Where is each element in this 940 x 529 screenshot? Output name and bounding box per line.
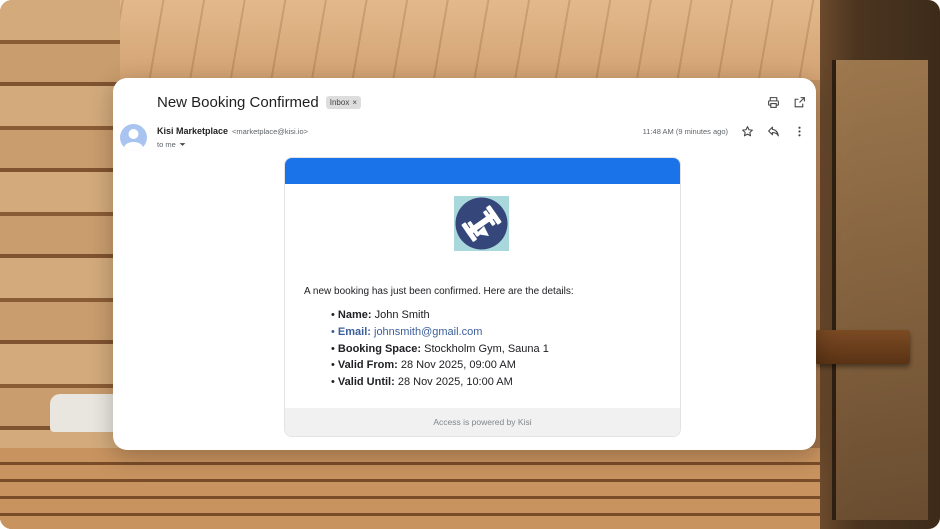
more-vert-icon[interactable] — [792, 124, 806, 138]
sender-name[interactable]: Kisi Marketplace — [157, 126, 228, 136]
detail-label: Name: — [337, 309, 372, 321]
intro-text: A new booking has just been confirmed. H… — [304, 286, 574, 297]
door-glass — [832, 60, 928, 520]
bottom-bench — [0, 448, 940, 529]
door-handle — [815, 330, 910, 364]
open-in-new-icon[interactable] — [792, 95, 806, 109]
detail-email: • Email: johnsmith@gmail.com — [331, 325, 483, 338]
caret-down-icon[interactable] — [179, 141, 186, 148]
top-actions — [766, 95, 806, 109]
detail-valid-from: • Valid From: 28 Nov 2025, 09:00 AM — [331, 359, 516, 372]
star-icon[interactable] — [740, 124, 754, 138]
detail-label: Valid From: — [337, 359, 398, 372]
detail-value: John Smith — [374, 309, 430, 321]
detail-label: Email: — [337, 325, 371, 338]
message-footer: Access is powered by Kisi — [285, 408, 680, 436]
inbox-label-text: Inbox — [329, 98, 350, 107]
sender-email: <marketplace@kisi.io> — [232, 127, 309, 136]
detail-label: Valid Until: — [337, 376, 395, 389]
inbox-label-chip[interactable]: Inbox × — [325, 96, 361, 109]
remove-label-icon[interactable]: × — [352, 98, 357, 107]
footer-text: Access is powered by Kisi — [433, 417, 532, 427]
email-subject: New Booking Confirmed — [157, 94, 319, 111]
reply-icon[interactable] — [766, 124, 780, 138]
sender-avatar[interactable] — [120, 124, 147, 151]
dumbbell-icon — [455, 197, 508, 250]
kisi-gym-logo — [454, 196, 509, 251]
detail-value: Stockholm Gym, Sauna 1 — [424, 342, 549, 355]
timestamp: 11:48 AM (9 minutes ago) — [642, 126, 728, 136]
ceiling-boards — [0, 0, 940, 80]
detail-valid-until: • Valid Until: 28 Nov 2025, 10:00 AM — [331, 376, 513, 389]
email-link[interactable]: johnsmith@gmail.com — [374, 326, 482, 338]
sender-row: Kisi Marketplace <marketplace@kisi.io> — [157, 126, 308, 136]
recipient-details[interactable]: to me — [157, 140, 186, 149]
message-header-band — [285, 158, 680, 184]
message-body: A new booking has just been confirmed. H… — [284, 157, 681, 437]
email-window: New Booking Confirmed Inbox × Kisi Marke… — [113, 78, 816, 450]
detail-booking-space: • Booking Space: Stockholm Gym, Sauna 1 — [331, 342, 549, 355]
detail-value: 28 Nov 2025, 10:00 AM — [397, 376, 513, 389]
printer-icon[interactable] — [766, 95, 780, 109]
message-meta: 11:48 AM (9 minutes ago) — [643, 124, 806, 138]
detail-label: Booking Space: — [337, 342, 422, 355]
detail-value: 28 Nov 2025, 09:00 AM — [400, 359, 516, 372]
detail-name: • Name: John Smith — [331, 309, 430, 321]
recipient-text: to me — [157, 140, 176, 149]
subject-row: New Booking Confirmed Inbox × — [157, 94, 361, 111]
booking-details: • Name: John Smith • Email: johnsmith@gm… — [331, 307, 549, 391]
